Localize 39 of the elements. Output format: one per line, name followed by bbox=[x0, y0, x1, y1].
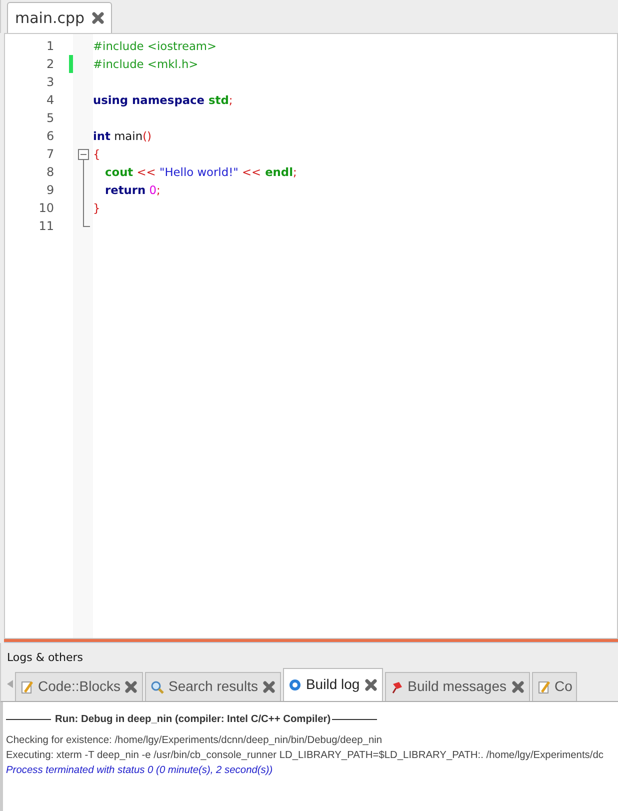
line-number: 7 bbox=[45, 146, 54, 163]
code-line: int main() bbox=[93, 128, 152, 145]
panel-tab[interactable]: Co bbox=[532, 672, 578, 700]
note-icon bbox=[20, 680, 34, 694]
panel-tab[interactable]: Build log bbox=[282, 668, 383, 700]
code-line: cout << "Hello world!" << endl; bbox=[105, 164, 297, 181]
close-icon[interactable] bbox=[262, 680, 276, 694]
line-number: 4 bbox=[45, 92, 54, 109]
line-number: 11 bbox=[38, 218, 54, 235]
code-line: #include <iostream> bbox=[93, 38, 217, 55]
search-icon bbox=[150, 680, 164, 694]
line-number: 1 bbox=[45, 38, 54, 55]
close-icon[interactable] bbox=[124, 680, 138, 694]
fold-toggle-icon[interactable] bbox=[78, 149, 89, 163]
line-number: 2 bbox=[45, 56, 54, 73]
close-icon[interactable] bbox=[90, 11, 105, 25]
note-icon bbox=[536, 680, 550, 694]
log-header: Run: Debug in deep_nin (compiler: Intel C/C++ Compiler) bbox=[54, 712, 332, 726]
line-number: 5 bbox=[45, 110, 54, 127]
close-icon[interactable] bbox=[364, 678, 378, 692]
log-line: Checking for existence: /home/lgy/Experiments/dcnn/deep_nin/bin/Debug/deep_nin bbox=[6, 734, 384, 748]
line-number: 9 bbox=[45, 182, 54, 199]
panel-tab[interactable]: Code::Blocks bbox=[15, 672, 144, 700]
log-line: Process terminated with status 0 (0 minute(s), 2 second(s)) bbox=[6, 764, 274, 778]
code-line: #include <mkl.h> bbox=[93, 56, 198, 73]
file-tab[interactable]: main.cpp bbox=[7, 2, 112, 33]
code-line: } bbox=[93, 200, 100, 217]
line-number: 6 bbox=[45, 128, 54, 145]
panel-tab[interactable]: Build messages bbox=[384, 672, 530, 700]
close-icon[interactable] bbox=[510, 680, 524, 694]
pin-icon bbox=[390, 680, 404, 694]
line-number: 3 bbox=[45, 74, 54, 91]
line-number: 10 bbox=[38, 200, 54, 217]
panel-tab[interactable]: Search results bbox=[145, 672, 281, 700]
log-line: Executing: xterm -T deep_nin -e /usr/bin/cb_console_runner LD_LIBRARY_PATH=$LD_LIBRARY_PATH:. /home/lgy/Experiments/dc bbox=[6, 748, 604, 762]
code-line: using namespace std; bbox=[93, 92, 233, 109]
code-line: return 0; bbox=[105, 182, 160, 199]
code-line: { bbox=[93, 146, 100, 163]
line-number: 8 bbox=[45, 164, 54, 181]
